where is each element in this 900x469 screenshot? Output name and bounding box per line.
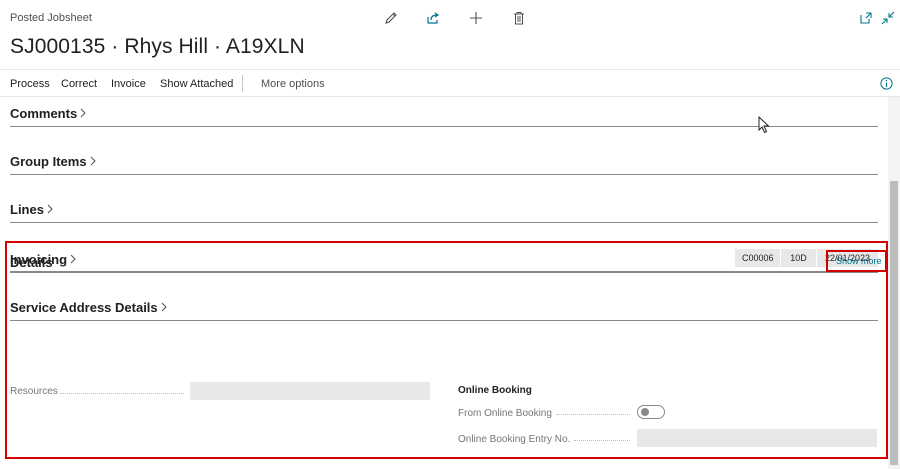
edit-icon[interactable] bbox=[383, 10, 399, 26]
details-section-title: Details bbox=[10, 255, 53, 270]
action-process[interactable]: Process bbox=[10, 78, 50, 90]
action-show-attached[interactable]: Show Attached bbox=[160, 78, 233, 90]
mouse-pointer-icon bbox=[758, 115, 770, 134]
group-lines[interactable]: Lines bbox=[10, 193, 878, 223]
action-correct[interactable]: Correct bbox=[61, 78, 97, 90]
details-highlight-frame bbox=[5, 241, 888, 459]
details-divider bbox=[10, 271, 878, 272]
action-bar: Process Correct Invoice Show Attached Mo… bbox=[0, 69, 900, 97]
delete-icon[interactable] bbox=[511, 10, 527, 26]
from-online-booking-leader bbox=[556, 414, 630, 415]
show-more-link[interactable]: Show more bbox=[836, 256, 882, 266]
from-online-booking-label: From Online Booking bbox=[458, 408, 552, 419]
toggle-knob bbox=[641, 408, 649, 416]
chevron-right-icon bbox=[80, 106, 87, 121]
group-comments-title: Comments bbox=[10, 106, 78, 121]
group-group-items-title: Group Items bbox=[10, 154, 87, 169]
collapse-icon[interactable] bbox=[880, 10, 896, 26]
share-icon[interactable] bbox=[425, 10, 441, 26]
online-booking-entry-no-label: Online Booking Entry No. bbox=[458, 434, 571, 445]
page-type-caption: Posted Jobsheet bbox=[10, 12, 92, 24]
open-in-new-window-icon[interactable] bbox=[858, 10, 874, 26]
resources-field[interactable] bbox=[190, 382, 430, 400]
from-online-booking-toggle[interactable] bbox=[637, 405, 665, 419]
online-booking-entry-no-field[interactable] bbox=[637, 429, 877, 447]
group-lines-title: Lines bbox=[10, 202, 44, 217]
resources-leader bbox=[60, 393, 184, 394]
info-icon[interactable] bbox=[880, 77, 893, 90]
group-comments[interactable]: Comments bbox=[10, 97, 878, 127]
page-title: SJ000135 · Rhys Hill · A19XLN bbox=[10, 35, 305, 58]
chevron-right-icon bbox=[90, 154, 97, 169]
scrollbar-thumb[interactable] bbox=[890, 181, 898, 465]
online-booking-subtitle: Online Booking bbox=[458, 385, 532, 396]
group-group-items[interactable]: Group Items bbox=[10, 145, 878, 175]
new-icon[interactable] bbox=[468, 10, 484, 26]
resources-label: Resources bbox=[10, 386, 58, 397]
online-booking-entry-no-leader bbox=[574, 440, 630, 441]
chevron-right-icon bbox=[47, 202, 54, 217]
action-more-options[interactable]: More options bbox=[261, 78, 325, 90]
action-separator bbox=[242, 75, 243, 92]
action-invoice[interactable]: Invoice bbox=[111, 78, 146, 90]
